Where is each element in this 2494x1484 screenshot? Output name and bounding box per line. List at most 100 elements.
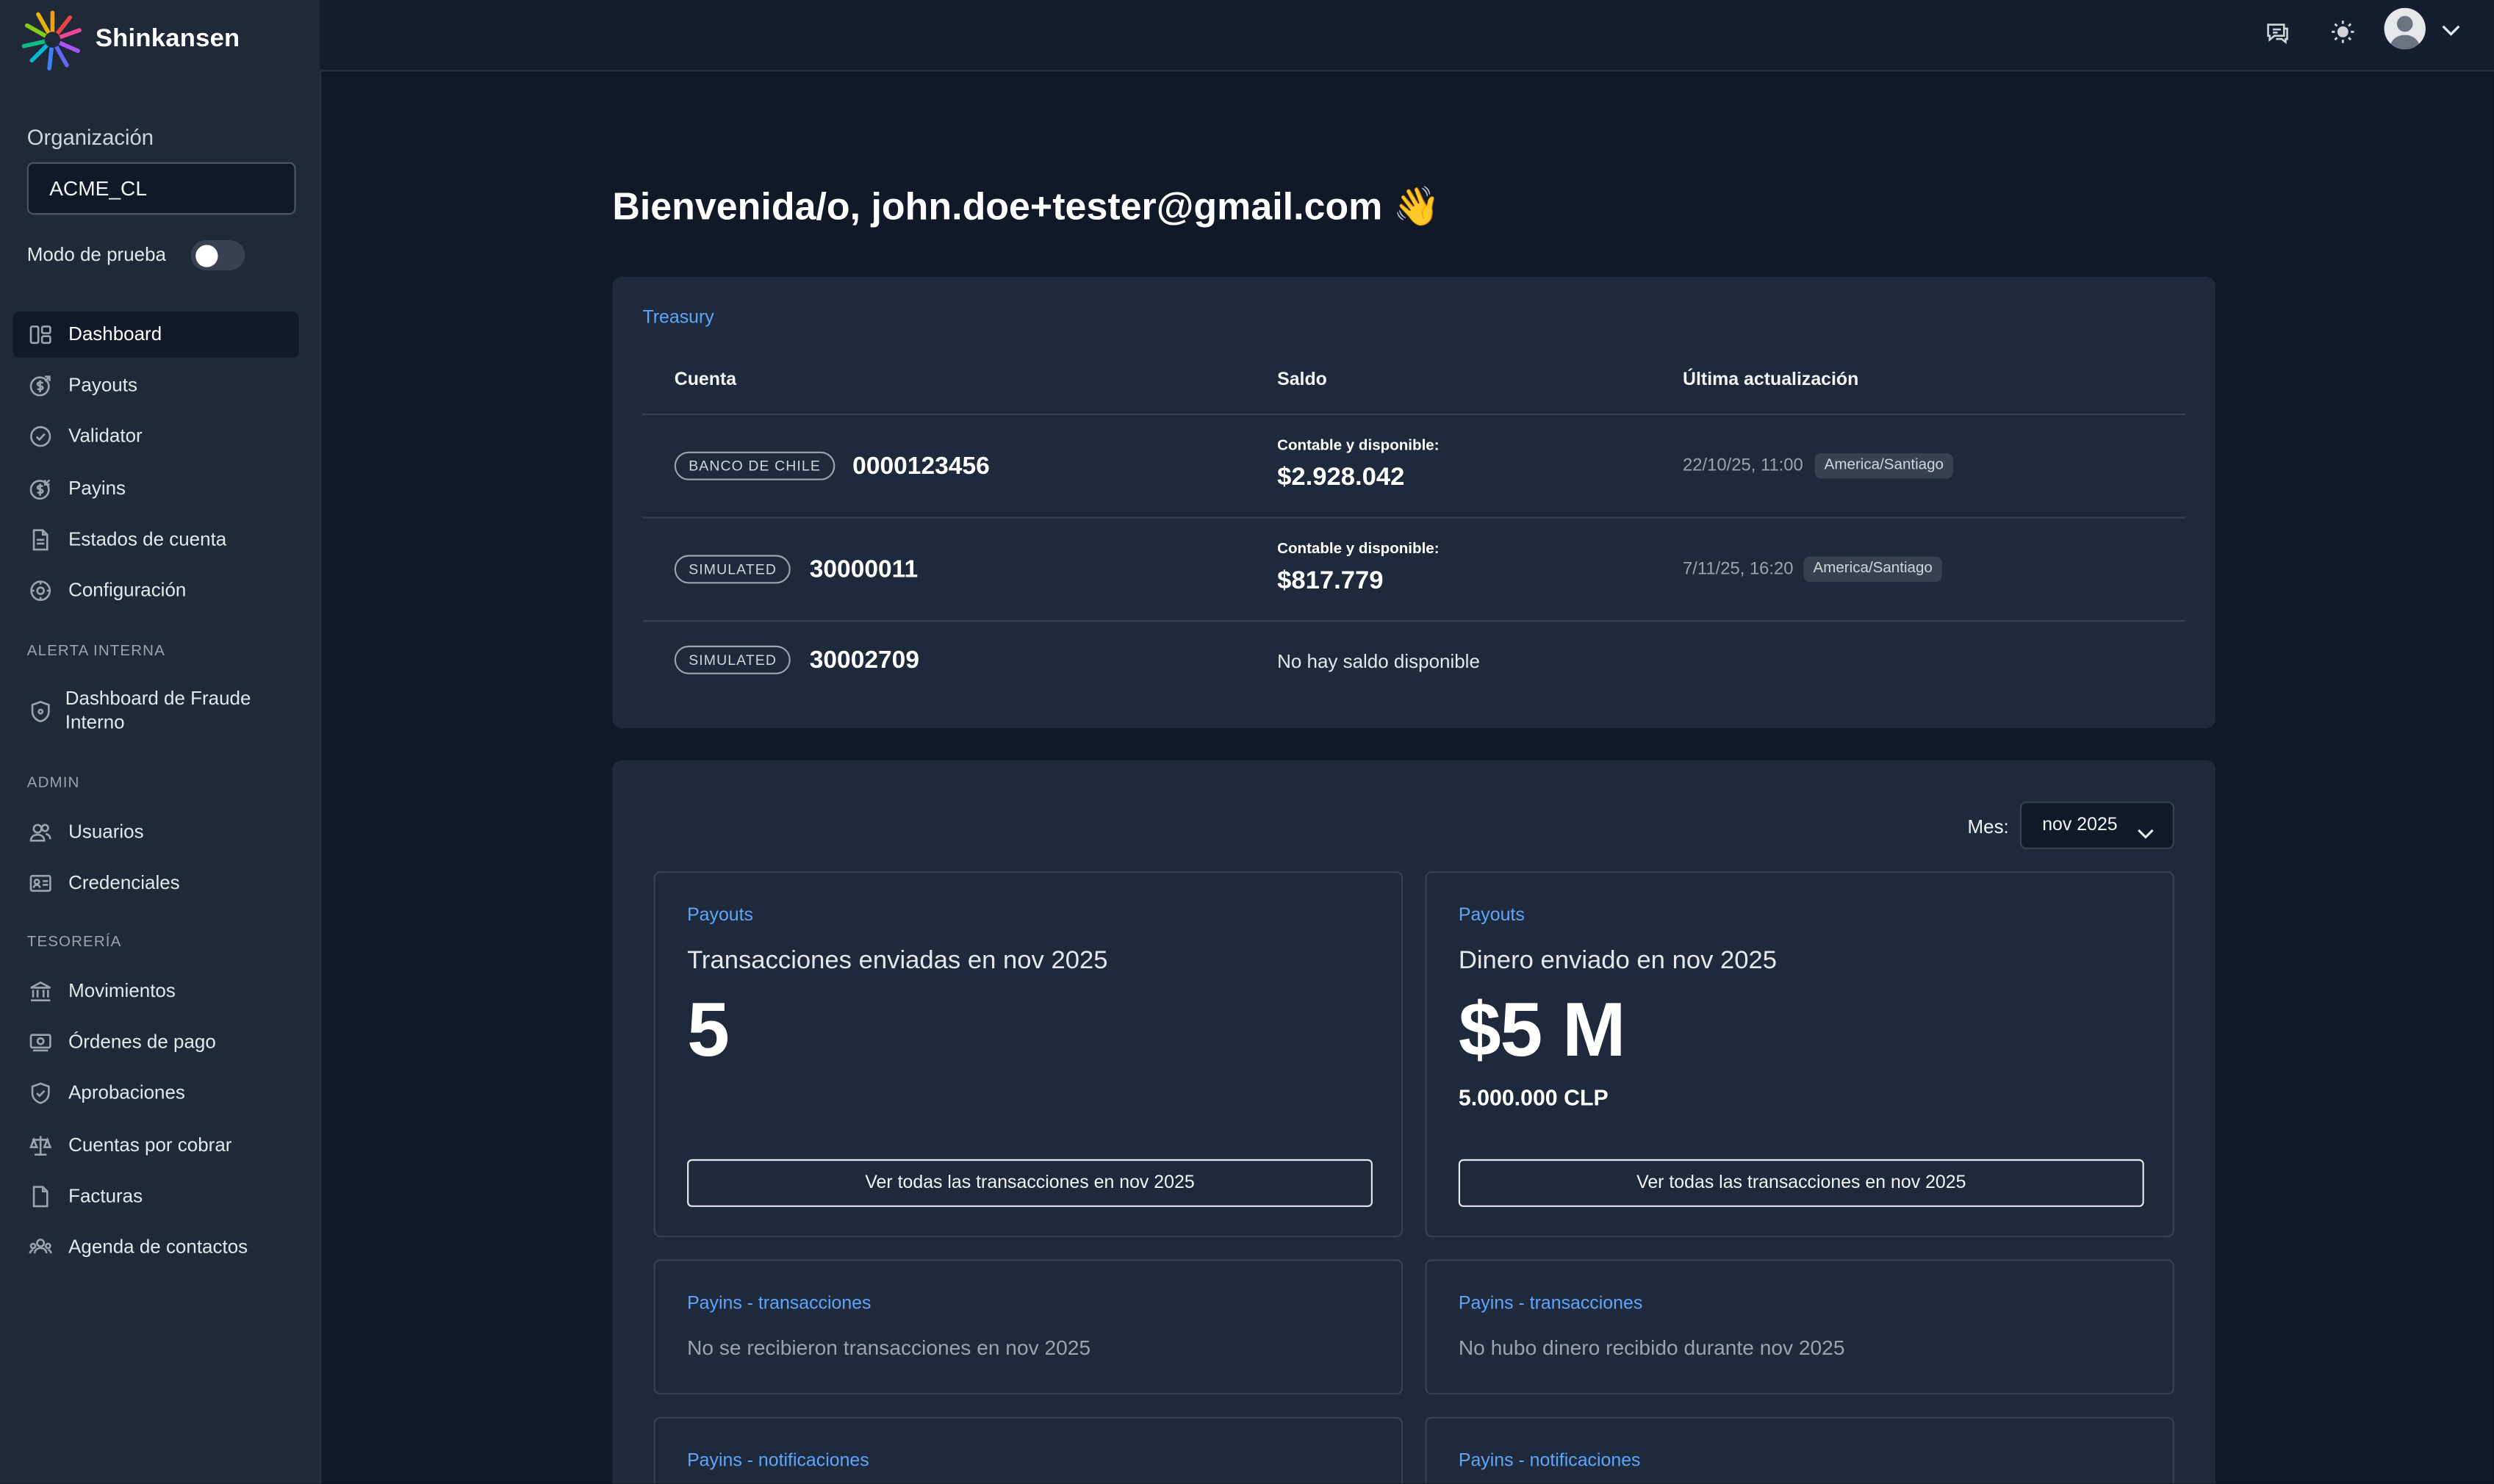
sidebar-item-configuracion[interactable]: Configuración — [12, 568, 299, 614]
timezone-badge: America/Santiago — [1803, 556, 1942, 583]
treasury-label: Treasury — [642, 308, 714, 328]
sidebar-item-agenda-de-contactos[interactable]: Agenda de contactos — [12, 1225, 299, 1271]
sidebar-item-estados-de-cuenta[interactable]: Estados de cuenta — [12, 516, 299, 563]
organization-label: Organización — [26, 125, 154, 150]
dashboard-icon — [27, 322, 53, 347]
panel-kicker: Payins - notificaciones — [687, 1452, 869, 1472]
sidebar-item-label: Usuarios — [68, 820, 144, 843]
sidebar-item-label: Credenciales — [68, 871, 180, 894]
payins-notifications-panel: Payins - notificaciones — [653, 1416, 1404, 1484]
sun-icon[interactable] — [2327, 16, 2359, 48]
payouts-count-panel: Payouts Transacciones enviadas en nov 20… — [653, 871, 1404, 1237]
sidebar-item-usuarios[interactable]: Usuarios — [12, 810, 299, 856]
chevron-down-icon — [2136, 815, 2155, 839]
top-bar — [320, 0, 2494, 72]
month-select[interactable]: nov 2025 — [2019, 801, 2174, 849]
app-name: Shinkansen — [95, 25, 240, 53]
page-title: Bienvenida/o, john.doe+tester@gmail.com … — [612, 186, 1441, 229]
gear-icon — [27, 578, 53, 604]
payins-transactions-panel: Payins - transacciones No se recibieron … — [653, 1259, 1404, 1395]
column-header-updated: Última actualización — [1683, 370, 1859, 390]
payouts-amount-panel: Payouts Dinero enviado en nov 2025 $5 M … — [1425, 871, 2174, 1237]
sidebar-item-label: Cuentas por cobrar — [68, 1134, 232, 1156]
panel-subvalue: 5.000.000 CLP — [1458, 1084, 1609, 1110]
no-balance-text: No hay saldo disponible — [1277, 650, 1480, 673]
balance-label: Contable y disponible: — [1277, 437, 1440, 455]
panel-kicker: Payins - transacciones — [1458, 1294, 1643, 1314]
row-divider — [642, 620, 2186, 622]
column-header-balance: Saldo — [1277, 370, 1327, 390]
account-number: 30000011 — [809, 556, 919, 584]
row-divider — [642, 413, 2186, 415]
sidebar-item-payouts[interactable]: Payouts — [12, 363, 299, 409]
stats-card: Mes: nov 2025 Payouts Transacciones envi… — [612, 760, 2216, 1484]
user-avatar[interactable] — [2384, 7, 2426, 50]
app-root: Shinkansen Organización ACME_CL Modo de … — [0, 0, 2494, 1484]
sidebar-item-payins[interactable]: Payins — [12, 466, 299, 512]
column-header-account: Cuenta — [674, 370, 737, 390]
payins-notifications-panel-right: Payins - notificaciones — [1425, 1416, 2174, 1484]
shield-icon — [27, 698, 53, 724]
sidebar-item-label: Facturas — [68, 1184, 143, 1207]
check-circle-icon — [27, 424, 53, 450]
logo[interactable]: Shinkansen — [21, 8, 240, 72]
month-label: Mes: — [1967, 815, 2009, 838]
update-date: 22/10/25, 11:00 — [1683, 456, 1803, 476]
sidebar-item-aprobaciones[interactable]: Aprobaciones — [12, 1070, 299, 1117]
sidebar-item-ordenes-de-pago[interactable]: Órdenes de pago — [12, 1019, 299, 1065]
shinkansen-logo-icon — [21, 10, 82, 71]
view-transactions-button[interactable]: Ver todas las transacciones en nov 2025 — [1458, 1159, 2144, 1207]
chevron-down-icon[interactable] — [2440, 19, 2462, 41]
sidebar-item-label: Movimientos — [68, 979, 176, 1002]
sidebar-item-fraud-dashboard[interactable]: Dashboard de Fraude Interno — [12, 684, 299, 738]
sidebar-item-credenciales[interactable]: Credenciales — [12, 860, 299, 907]
sidebar-item-validator[interactable]: Validator — [12, 414, 299, 460]
panel-empty-text: No se recibieron transacciones en nov 20… — [687, 1336, 1091, 1360]
section-label-alerta-interna: ALERTA INTERNA — [26, 642, 165, 660]
sidebar-item-label: Payins — [68, 477, 126, 500]
contacts-icon — [27, 1235, 53, 1261]
sidebar-item-dashboard[interactable]: Dashboard — [12, 311, 299, 359]
timezone-badge: America/Santiago — [1814, 453, 1953, 479]
balance-amount: $2.928.042 — [1277, 464, 1405, 491]
section-label-tesoreria: TESORERÍA — [26, 933, 122, 951]
panel-kicker: Payins - transacciones — [687, 1294, 872, 1314]
sidebar-item-facturas[interactable]: Facturas — [12, 1173, 299, 1220]
balance-amount: $817.779 — [1277, 567, 1384, 595]
sidebar-item-label: Órdenes de pago — [68, 1030, 216, 1053]
sidebar-item-label-line1: Dashboard de Fraude — [65, 687, 251, 710]
sidebar-item-label: Dashboard — [68, 323, 162, 345]
section-label-admin: ADMIN — [26, 774, 80, 792]
bank-icon — [27, 979, 53, 1004]
sidebar-item-movimientos[interactable]: Movimientos — [12, 968, 299, 1015]
sidebar-item-label: Dashboard de Fraude Interno — [65, 687, 251, 735]
sidebar-item-cuentas-por-cobrar[interactable]: Cuentas por cobrar — [12, 1123, 299, 1169]
payins-amount-panel: Payins - transacciones No hubo dinero re… — [1425, 1259, 2174, 1395]
users-icon — [27, 820, 53, 846]
test-mode-label: Modo de prueba — [26, 243, 166, 266]
month-select-value: nov 2025 — [2042, 815, 2118, 835]
bank-badge: BANCO DE CHILE — [674, 451, 835, 480]
view-transactions-button[interactable]: Ver todas las transacciones en nov 2025 — [687, 1159, 1373, 1207]
sidebar-item-label: Validator — [68, 424, 143, 447]
sidebar-item-label: Agenda de contactos — [68, 1235, 248, 1258]
balance-label: Contable y disponible: — [1277, 540, 1440, 558]
update-date: 7/11/25, 16:20 — [1683, 559, 1794, 579]
organization-select[interactable]: ACME_CL — [26, 162, 296, 215]
treasury-card: Treasury Cuenta Saldo Última actualizaci… — [612, 276, 2216, 729]
row-divider — [642, 516, 2186, 519]
panel-empty-text: No hubo dinero recibido durante nov 2025 — [1458, 1336, 1845, 1360]
sidebar-item-label-line2: Interno — [65, 710, 125, 733]
test-mode-toggle[interactable] — [190, 239, 245, 270]
sidebar-item-label: Payouts — [68, 373, 137, 396]
toggle-knob — [195, 244, 218, 267]
panel-value: $5 M — [1458, 989, 1626, 1074]
payouts-icon — [27, 373, 53, 399]
document-icon — [27, 527, 53, 553]
id-card-icon — [27, 871, 53, 896]
panel-kicker: Payouts — [687, 906, 754, 926]
shield-check-icon — [27, 1081, 53, 1106]
sidebar-item-label: Estados de cuenta — [68, 527, 227, 550]
chat-icon[interactable] — [2262, 16, 2293, 48]
bank-badge: SIMULATED — [674, 555, 791, 584]
